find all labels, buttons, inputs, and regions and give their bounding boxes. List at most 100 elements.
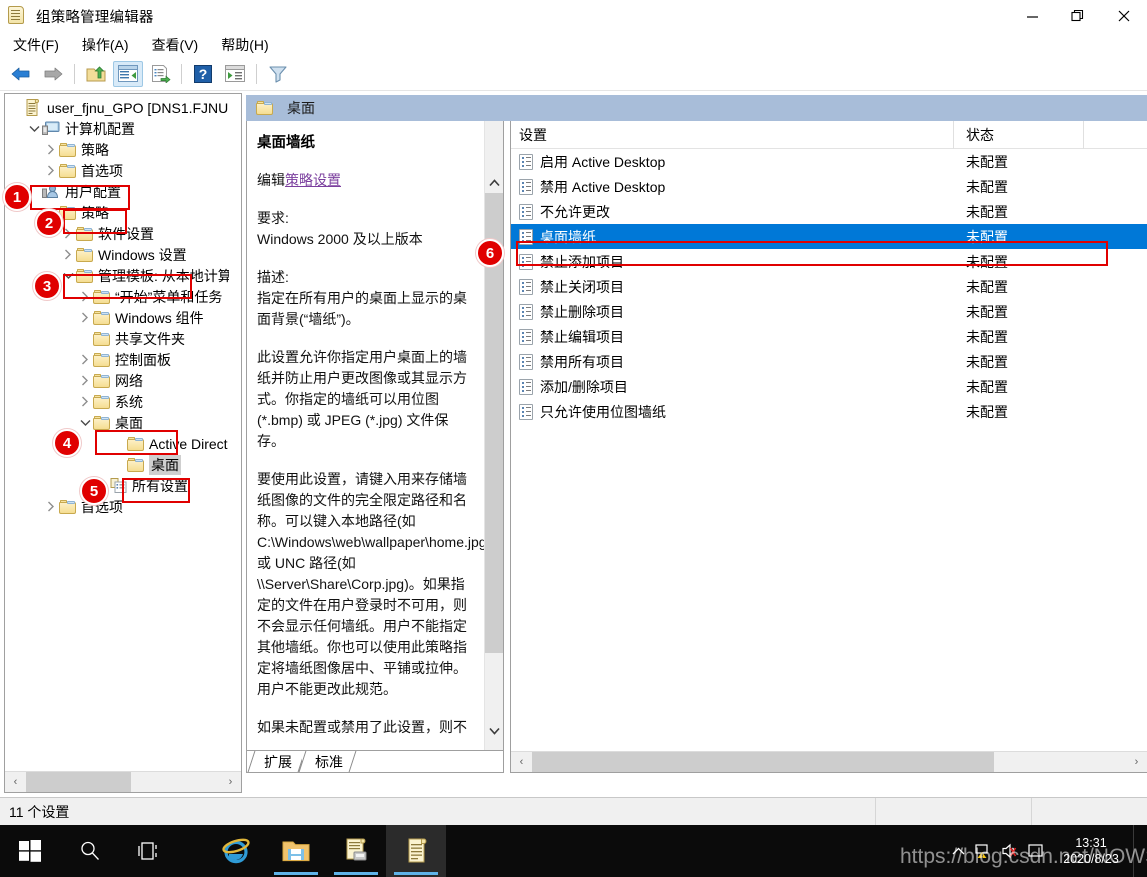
taskbar-clock[interactable]: 13:31 2020/8/23	[1049, 835, 1133, 867]
task-view-icon[interactable]	[120, 825, 180, 877]
forward-icon[interactable]	[38, 61, 68, 87]
settings-list-rows[interactable]: 启用 Active Desktop 未配置 禁用 Active Desktop 未配置…	[511, 149, 1147, 750]
tree-item[interactable]: Active Direct	[5, 433, 229, 454]
chevron-right-icon[interactable]	[43, 165, 59, 176]
column-header-comment[interactable]	[1084, 121, 1147, 149]
chevron-right-icon[interactable]	[43, 144, 59, 155]
policy-setting-icon	[519, 203, 533, 220]
policy-setting-link[interactable]: 策略设置	[285, 172, 341, 188]
setting-status: 未配置	[966, 178, 1008, 195]
list-scroll-track[interactable]	[532, 751, 1126, 772]
tree-horizontal-scrollbar[interactable]: ‹ ›	[5, 771, 241, 792]
scroll-right-icon[interactable]: ›	[220, 772, 241, 792]
menu-view[interactable]: 查看(V)	[142, 32, 209, 58]
setting-status: 未配置	[966, 303, 1008, 320]
scroll-left-icon[interactable]: ‹	[511, 752, 532, 772]
chevron-right-icon[interactable]	[77, 291, 93, 302]
chevron-right-icon[interactable]	[77, 312, 93, 323]
tree-item[interactable]: 控制面板	[5, 349, 229, 370]
action-center-icon[interactable]	[1023, 825, 1049, 877]
tree-item[interactable]: 策略	[5, 139, 229, 160]
maximize-button[interactable]	[1055, 0, 1101, 32]
table-row[interactable]: 禁止删除项目 未配置	[511, 299, 1147, 324]
tree-item[interactable]: 首选项	[5, 160, 229, 181]
folder-icon	[76, 247, 93, 262]
help-icon[interactable]: ?	[188, 61, 218, 87]
tab-extended[interactable]: 扩展	[251, 751, 302, 772]
table-row[interactable]: 启用 Active Desktop 未配置	[511, 149, 1147, 174]
tree-item[interactable]: 系统	[5, 391, 229, 412]
tree-item[interactable]: Windows 组件	[5, 307, 229, 328]
tree-item[interactable]: 桌面	[5, 412, 229, 433]
column-header-status[interactable]: 状态	[954, 121, 1084, 149]
tree-item[interactable]: user_fjnu_GPO [DNS1.FJNU.LO	[5, 97, 229, 118]
gpmc-icon[interactable]	[326, 825, 386, 877]
chevron-right-icon[interactable]	[60, 249, 76, 260]
close-button[interactable]	[1101, 0, 1147, 32]
export-list-icon[interactable]	[145, 61, 175, 87]
table-row-selected[interactable]: 桌面墙纸 未配置	[511, 224, 1147, 249]
help-vertical-scrollbar[interactable]	[484, 121, 503, 750]
tree-scroll-thumb[interactable]	[26, 771, 131, 792]
chevron-right-icon[interactable]	[60, 228, 76, 239]
tree-item[interactable]: 首选项	[5, 496, 229, 517]
tab-standard[interactable]: 标准	[302, 751, 353, 772]
computer-icon	[42, 121, 60, 136]
chevron-right-icon[interactable]	[43, 501, 59, 512]
internet-explorer-icon[interactable]	[206, 825, 266, 877]
tray-chevron-icon[interactable]	[945, 825, 971, 877]
chevron-right-icon[interactable]	[77, 396, 93, 407]
minimize-button[interactable]	[1009, 0, 1055, 32]
table-row[interactable]: 不允许更改 未配置	[511, 199, 1147, 224]
file-explorer-icon[interactable]	[266, 825, 326, 877]
back-icon[interactable]	[6, 61, 36, 87]
start-button[interactable]	[0, 825, 60, 877]
tree-scroll-track[interactable]	[26, 771, 220, 792]
tree-item-label: Active Direct	[149, 435, 228, 452]
chevron-down-icon[interactable]	[60, 272, 76, 280]
chevron-right-icon[interactable]	[77, 354, 93, 365]
chevron-right-icon[interactable]	[77, 375, 93, 386]
tree-item[interactable]: 共享文件夹	[5, 328, 229, 349]
menu-file[interactable]: 文件(F)	[3, 32, 69, 58]
tree-item[interactable]: 桌面	[5, 454, 229, 475]
chevron-down-icon[interactable]	[26, 125, 42, 133]
network-icon[interactable]	[971, 825, 997, 877]
show-hide-tree-icon[interactable]	[113, 60, 143, 87]
help-description-p4: 如果未配置或禁用了此设置，则不	[257, 719, 467, 735]
table-row[interactable]: 禁止编辑项目 未配置	[511, 324, 1147, 349]
menu-action[interactable]: 操作(A)	[72, 32, 139, 58]
scroll-left-icon[interactable]: ‹	[5, 772, 26, 792]
scroll-down-icon[interactable]	[485, 721, 503, 740]
volume-icon[interactable]	[997, 825, 1023, 877]
console-tree[interactable]: user_fjnu_GPO [DNS1.FJNU.LO计算机配置策略首选项用户配…	[5, 94, 229, 770]
table-row[interactable]: 只允许使用位图墙纸 未配置	[511, 399, 1147, 424]
help-heading: 桌面墙纸	[257, 135, 315, 151]
tree-item[interactable]: 网络	[5, 370, 229, 391]
menu-help[interactable]: 帮助(H)	[211, 32, 278, 58]
column-header-setting[interactable]: 设置	[511, 121, 954, 149]
list-horizontal-scrollbar[interactable]: ‹ ›	[511, 751, 1147, 772]
scroll-up-icon[interactable]	[485, 173, 503, 192]
toolbar-separator-3	[256, 63, 257, 84]
table-row[interactable]: 禁用 Active Desktop 未配置	[511, 174, 1147, 199]
scroll-right-icon[interactable]: ›	[1126, 752, 1147, 772]
gpme-icon[interactable]	[386, 825, 446, 877]
filter-icon[interactable]	[263, 61, 293, 87]
tree-item[interactable]: Windows 设置	[5, 244, 229, 265]
tree-item[interactable]: 用户配置	[5, 181, 229, 202]
tree-item[interactable]: 所有设置	[5, 475, 229, 496]
properties-icon[interactable]	[220, 61, 250, 87]
show-desktop-button[interactable]	[1133, 825, 1143, 877]
table-row[interactable]: 禁止添加项目 未配置	[511, 249, 1147, 274]
table-row[interactable]: 添加/删除项目 未配置	[511, 374, 1147, 399]
table-row[interactable]: 禁用所有项目 未配置	[511, 349, 1147, 374]
window-controls	[1009, 0, 1147, 32]
list-scroll-thumb[interactable]	[532, 751, 994, 772]
help-panel: 桌面墙纸 编辑策略设置 要求: Windows 2000 及以上版本 描述: 指…	[246, 121, 504, 773]
tree-item[interactable]: 计算机配置	[5, 118, 229, 139]
table-row[interactable]: 禁止关闭项目 未配置	[511, 274, 1147, 299]
search-icon[interactable]	[60, 825, 120, 877]
chevron-down-icon[interactable]	[77, 419, 93, 427]
up-folder-icon[interactable]	[81, 61, 111, 87]
